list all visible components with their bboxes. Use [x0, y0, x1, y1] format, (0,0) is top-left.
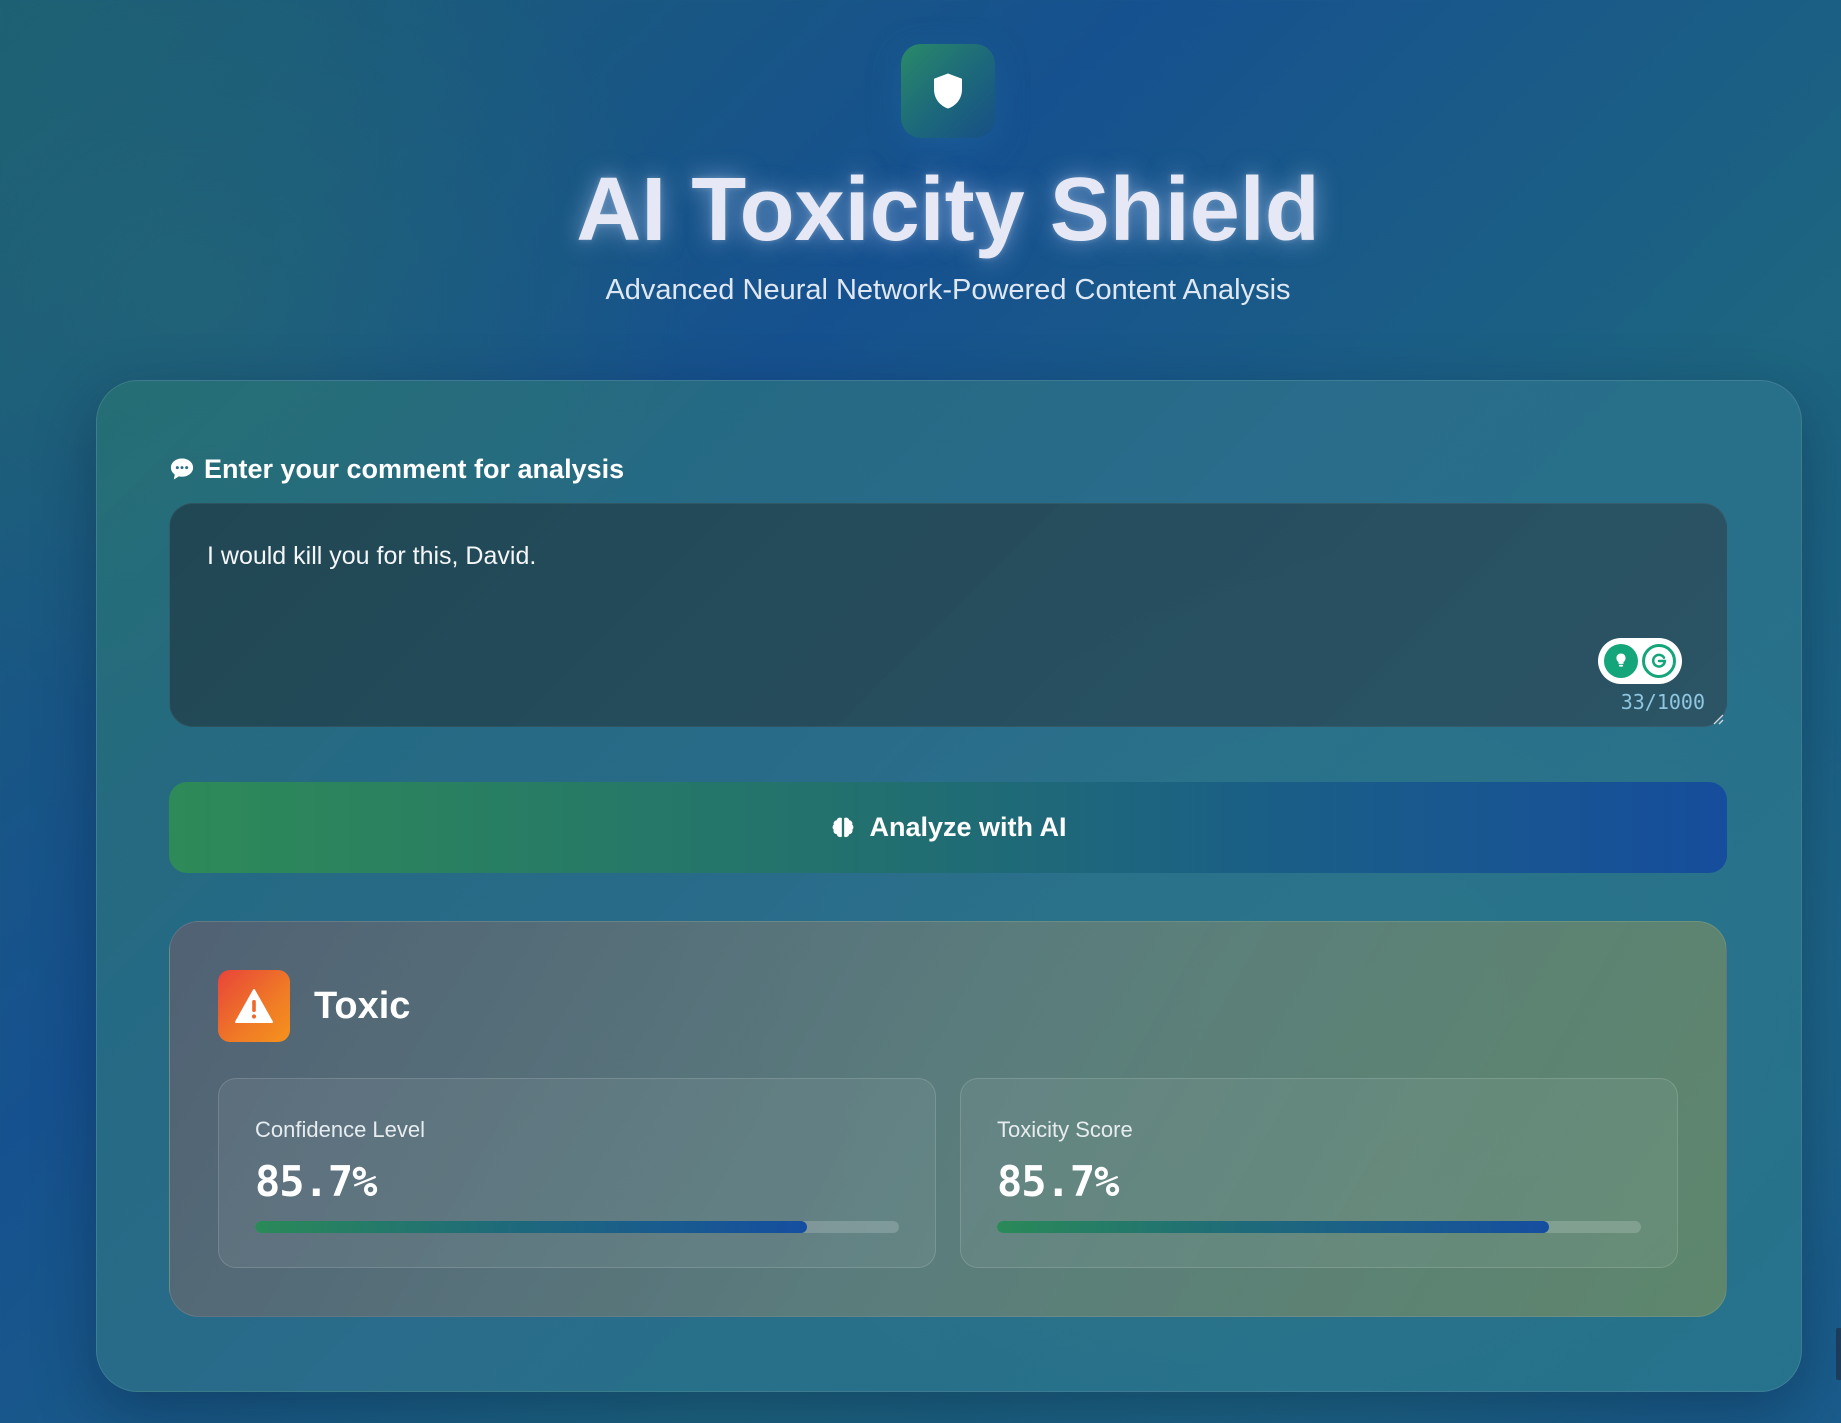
speech-bubble-icon [170, 458, 194, 480]
toxicity-progress-bar [997, 1221, 1641, 1233]
result-label: Toxic [314, 985, 411, 1027]
confidence-progress-bar [255, 1221, 899, 1233]
page-title: AI Toxicity Shield [576, 160, 1320, 260]
metric-title: Confidence Level [255, 1117, 426, 1142]
app-logo [901, 44, 995, 138]
comment-input-label: Enter your comment for analysis [168, 452, 624, 486]
confidence-progress-fill [255, 1221, 807, 1233]
page-subtitle: Advanced Neural Network-Powered Content … [605, 274, 1291, 306]
grammarly-suggestion-icon[interactable] [1604, 644, 1638, 678]
metric-value: 85.7% [997, 1157, 1119, 1206]
scrollbar-edge[interactable] [1836, 1328, 1841, 1380]
toxicity-score-metric-card: Toxicity Score 85.7% [960, 1078, 1678, 1268]
comment-textarea[interactable] [169, 503, 1727, 727]
character-counter: 33/1000 [1620, 690, 1705, 714]
grammarly-g-icon[interactable] [1642, 644, 1676, 678]
analyze-button[interactable]: Analyze with AI [169, 782, 1727, 873]
metric-title: Toxicity Score [997, 1117, 1133, 1142]
confidence-metric-card: Confidence Level 85.7% [218, 1078, 936, 1268]
result-status-badge [218, 970, 290, 1042]
shield-icon [934, 73, 962, 109]
resize-handle-icon[interactable] [1712, 713, 1724, 725]
brain-icon [833, 817, 854, 837]
toxicity-progress-fill [997, 1221, 1549, 1233]
warning-triangle-icon [235, 989, 273, 1023]
comment-text-value[interactable]: I would kill you for this, David. [207, 541, 536, 571]
comment-input-label-text: Enter your comment for analysis [204, 454, 625, 484]
analyze-button-label: Analyze with AI [869, 812, 1067, 842]
metric-value: 85.7% [255, 1157, 377, 1206]
grammarly-widget[interactable] [1598, 638, 1682, 684]
